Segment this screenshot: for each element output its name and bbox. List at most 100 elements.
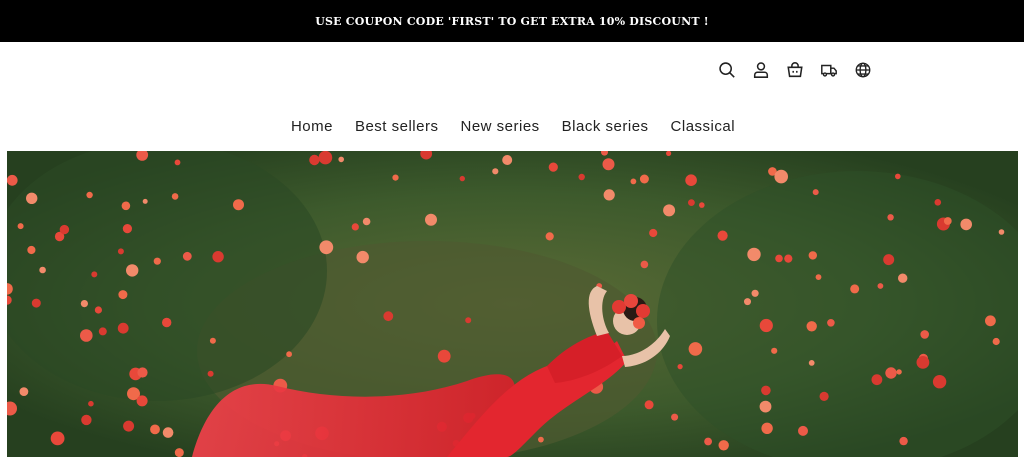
poppy [31,298,41,308]
poppy [150,424,160,435]
poppy [761,385,771,396]
poppy [666,151,672,156]
poppy [465,317,472,324]
poppy [885,367,897,379]
poppy [88,400,94,407]
poppy [688,199,695,206]
poppy [744,298,751,306]
poppy [209,337,216,344]
poppy [392,174,399,181]
nav-item-classical[interactable]: Classical [671,118,736,135]
poppy [916,356,930,369]
poppy [80,300,88,308]
poppy [685,174,697,186]
poppy [920,330,929,339]
poppy [819,391,829,401]
poppy [775,254,783,263]
cart-icon[interactable] [786,59,804,81]
poppy [98,327,107,336]
poppy [356,250,369,264]
poppy [27,245,36,255]
poppy [502,155,513,165]
poppy [286,351,292,358]
poppy [81,414,92,426]
poppy [578,173,585,181]
poppy [86,191,93,199]
poppy [806,321,817,332]
poppy [883,254,895,266]
main-nav: Home Best sellers New series Black serie… [0,118,1024,135]
account-icon[interactable] [752,59,770,81]
poppy [26,192,38,204]
poppy [39,266,46,274]
poppy [896,369,902,375]
poppy [899,436,908,446]
poppy [663,204,676,217]
poppy [649,228,658,238]
poppy [630,178,637,185]
poppy [117,322,129,334]
hero-photo [7,151,1018,457]
poppy [932,375,947,389]
poppy [94,306,102,314]
poppy [850,284,860,294]
poppy [603,189,615,201]
poppy [19,387,29,396]
poppy [960,218,972,231]
poppy [704,437,712,446]
poppy [943,217,952,225]
poppy [91,271,98,278]
poppy [640,260,649,269]
language-icon[interactable] [854,59,872,81]
poppy [887,214,894,221]
poppy [117,248,124,255]
poppy [459,175,465,182]
poppy [309,154,320,166]
poppy [437,349,451,363]
poppy [798,425,808,436]
poppy [142,198,148,204]
poppy [688,342,703,356]
poppy [871,374,883,386]
poppy [761,422,773,434]
poppy [162,317,172,328]
poppy [425,213,437,226]
poppy [992,337,1000,346]
poppy [171,193,179,200]
poppy [895,173,901,180]
poppy [998,229,1005,235]
poppy [934,199,942,206]
poppy [338,156,345,163]
poppy [677,364,683,370]
poppy [174,448,184,457]
poppy [784,254,793,263]
nav-item-black-series[interactable]: Black series [562,118,649,135]
poppy [877,283,884,289]
nav-item-home[interactable]: Home [291,118,333,135]
poppy [771,347,778,354]
poppy [717,230,728,241]
poppy [207,370,214,377]
poppy [123,420,135,432]
hero-banner-image[interactable] [7,151,1018,457]
poppy [136,395,148,407]
poppy [122,224,132,234]
poppy [699,202,705,208]
poppy [747,247,761,262]
nav-item-best-sellers[interactable]: Best sellers [355,118,439,135]
poppy [319,240,334,255]
poppy [718,440,729,451]
poppy [827,319,835,327]
poppy [538,436,544,443]
shipping-icon[interactable] [820,59,838,81]
poppy [759,318,773,333]
poppy [492,168,499,175]
poppy [137,367,148,378]
poppy [362,217,371,226]
nav-item-new-series[interactable]: New series [460,118,539,135]
search-icon[interactable] [718,59,736,81]
poppy [815,274,822,280]
header-icons [718,59,872,81]
poppy [121,201,131,211]
poppy [126,264,139,277]
